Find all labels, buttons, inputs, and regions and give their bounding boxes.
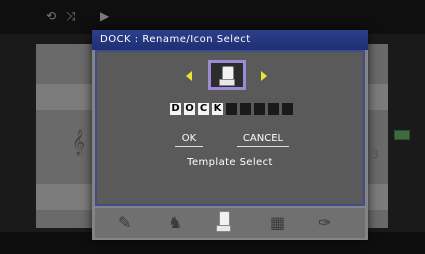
battery-icon	[394, 130, 410, 140]
guitar-icon[interactable]: ✎	[118, 208, 131, 238]
name-char[interactable]	[239, 102, 252, 116]
dialog-title: DOCK : Rename/Icon Select	[92, 30, 368, 50]
figure-icon[interactable]: ♞	[168, 208, 182, 238]
dock-icon	[219, 66, 235, 86]
name-char[interactable]: D	[169, 102, 182, 116]
play-icon: ▶	[100, 9, 110, 23]
dialog-main-panel: D O C K OK CANCEL Template Select	[95, 50, 365, 206]
top-status-bar: ⟲ ⤨ ▶	[0, 0, 425, 34]
selected-icon-frame[interactable]	[208, 60, 246, 90]
pen-icon[interactable]: ✑	[318, 208, 331, 238]
name-char[interactable]	[225, 102, 238, 116]
arrow-left-icon[interactable]	[186, 71, 192, 81]
cancel-button[interactable]: CANCEL	[237, 132, 289, 147]
icon-strip: ✎ ♞ ▦ ✑	[92, 208, 368, 238]
name-input[interactable]: D O C K	[169, 102, 295, 116]
keyboard-icon[interactable]: ▦	[270, 208, 285, 238]
name-char[interactable]	[253, 102, 266, 116]
repeat-icon: ⟲	[46, 9, 57, 23]
name-char[interactable]: K	[211, 102, 224, 116]
name-char[interactable]: C	[197, 102, 210, 116]
rename-icon-dialog: DOCK : Rename/Icon Select D O C K OK CAN…	[92, 30, 368, 240]
music-note-icon: 𝄞	[72, 130, 86, 155]
name-char[interactable]	[267, 102, 280, 116]
template-select-link[interactable]: Template Select	[97, 156, 363, 170]
ok-button[interactable]: OK	[175, 132, 203, 147]
dock-icon[interactable]	[216, 211, 231, 232]
name-char[interactable]	[281, 102, 294, 116]
shuffle-icon: ⤨	[66, 9, 76, 23]
background-number: 3	[372, 148, 379, 161]
arrow-right-icon[interactable]	[261, 71, 267, 81]
name-char[interactable]: O	[183, 102, 196, 116]
screen: ⟲ ⤨ ▶ 𝄞 3 DOCK : Rename/Icon Select D O …	[0, 0, 425, 254]
